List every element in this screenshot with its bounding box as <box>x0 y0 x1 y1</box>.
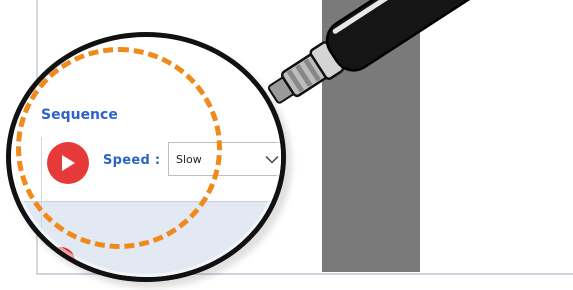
magnifier-handle <box>267 0 518 104</box>
